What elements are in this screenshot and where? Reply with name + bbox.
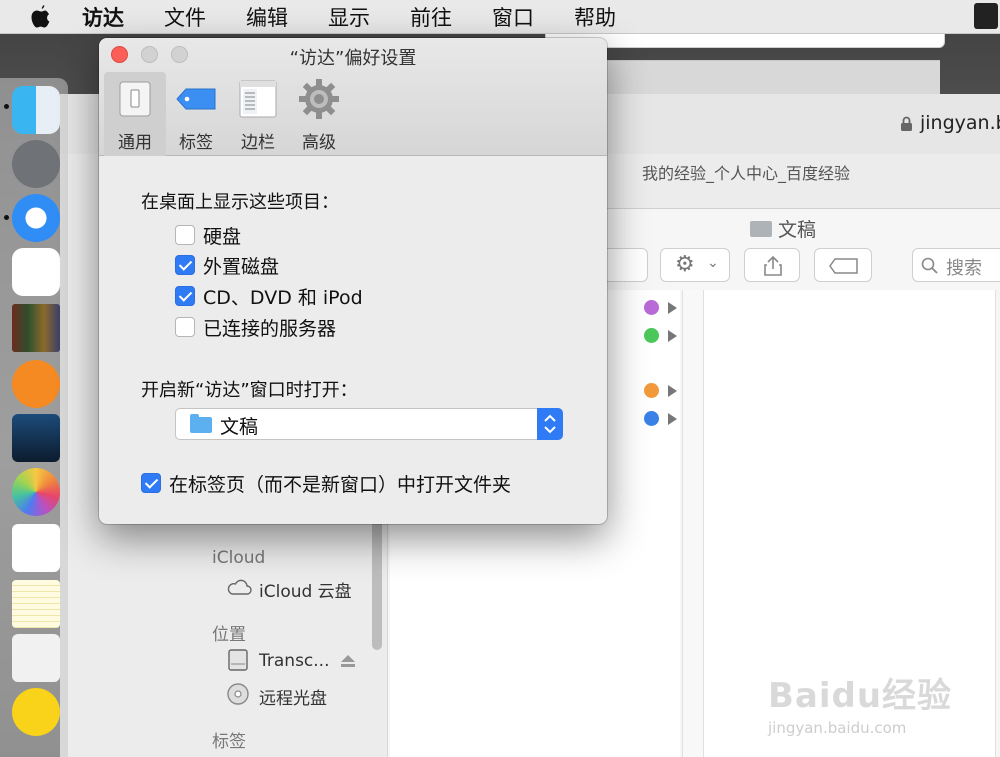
tag-dot-green[interactable] bbox=[644, 328, 659, 343]
tab-general[interactable]: 通用 bbox=[104, 72, 166, 156]
menu-finder[interactable]: 访达 bbox=[82, 2, 124, 32]
watermark-sub: jingyan.baidu.com bbox=[768, 719, 907, 737]
action-button[interactable]: ⚙ ⌄ bbox=[660, 248, 730, 282]
launchpad-icon[interactable] bbox=[12, 140, 60, 188]
baidu-watermark: Baidu经验 jingyan.baidu.com bbox=[768, 668, 952, 737]
tag-button[interactable] bbox=[814, 248, 872, 282]
qq-music-icon[interactable] bbox=[12, 688, 60, 736]
disc-icon bbox=[227, 683, 249, 705]
tab-tags-label: 标签 bbox=[179, 133, 213, 153]
gear-icon bbox=[299, 79, 339, 119]
hard-disks-label: 硬盘 bbox=[203, 225, 242, 248]
checkbox-row-connected-servers[interactable]: 已连接的服务器 bbox=[175, 316, 337, 340]
running-indicator bbox=[4, 104, 9, 109]
photos-icon[interactable] bbox=[12, 468, 60, 516]
checkbox-row-hard-disks[interactable]: 硬盘 bbox=[175, 224, 242, 248]
finder-title: 文稿 bbox=[750, 215, 816, 242]
tab-advanced[interactable]: 高级 bbox=[288, 72, 350, 156]
external-disks-label: 外置磁盘 bbox=[203, 255, 280, 278]
folder-icon bbox=[750, 220, 772, 237]
sidebar-header-tags: 标签 bbox=[212, 732, 246, 752]
eject-icon[interactable] bbox=[340, 654, 356, 668]
new-window-label: 开启新“访达”窗口时打开： bbox=[141, 380, 358, 401]
browser-tab-title: 我的经验_个人中心_百度经验 bbox=[642, 164, 851, 183]
open-in-tabs-label: 在标签页（而不是新窗口）中打开文件夹 bbox=[169, 473, 512, 496]
books-library-icon[interactable] bbox=[12, 304, 60, 352]
status-menu-icon[interactable] bbox=[974, 3, 998, 29]
finder-app-icon[interactable] bbox=[12, 86, 60, 134]
menu-file[interactable]: 文件 bbox=[164, 2, 206, 32]
finder-column-divider[interactable] bbox=[682, 290, 704, 757]
connected-servers-label: 已连接的服务器 bbox=[203, 317, 337, 340]
removable-media-checkbox[interactable] bbox=[175, 286, 195, 306]
search-placeholder: 搜索 bbox=[946, 258, 982, 279]
lock-icon bbox=[901, 116, 912, 131]
tag-dot-purple[interactable] bbox=[644, 300, 659, 315]
tab-advanced-label: 高级 bbox=[302, 133, 336, 153]
running-indicator bbox=[4, 215, 9, 220]
finder-preferences-window: “访达”偏好设置 通用 标签 边栏 高级 在桌面上显示这些项目： 硬盘 外置磁盘… bbox=[99, 38, 607, 524]
menu-help[interactable]: 帮助 bbox=[574, 2, 616, 32]
calendar-icon[interactable] bbox=[12, 524, 60, 572]
kindle-icon[interactable] bbox=[12, 414, 60, 462]
checkbox-row-open-in-tabs[interactable]: 在标签页（而不是新窗口）中打开文件夹 bbox=[141, 472, 512, 496]
tag-icon bbox=[176, 88, 216, 110]
ibooks-icon[interactable] bbox=[12, 360, 60, 408]
external-disks-checkbox[interactable] bbox=[175, 255, 195, 275]
baidu-netdisk-icon[interactable] bbox=[12, 248, 60, 296]
disclosure-arrow-icon[interactable] bbox=[668, 302, 677, 314]
watermark-main: Baidu经验 bbox=[768, 676, 953, 716]
new-window-popup-value: 文稿 bbox=[220, 416, 259, 438]
cloud-icon bbox=[227, 579, 252, 595]
sidebar-item-icloud-drive[interactable]: iCloud 云盘 bbox=[259, 577, 352, 602]
hard-disks-checkbox[interactable] bbox=[175, 225, 195, 245]
menu-window[interactable]: 窗口 bbox=[492, 2, 534, 32]
connected-servers-checkbox[interactable] bbox=[175, 317, 195, 337]
dock bbox=[0, 78, 68, 757]
tag-icon bbox=[829, 258, 858, 274]
popup-stepper[interactable] bbox=[537, 408, 563, 440]
sidebar-icon bbox=[239, 80, 277, 118]
share-icon bbox=[764, 255, 782, 276]
share-button[interactable] bbox=[744, 248, 800, 282]
sidebar-header-locations: 位置 bbox=[212, 625, 246, 645]
up-down-chevron-icon bbox=[544, 414, 556, 434]
search-icon bbox=[921, 257, 938, 274]
url-text: jingyan.b bbox=[920, 112, 1000, 134]
menu-bar: 访达 文件 编辑 显示 前往 窗口 帮助 bbox=[0, 0, 1000, 34]
sidebar-header-icloud: iCloud bbox=[212, 548, 266, 568]
sidebar-item-remote-disc[interactable]: 远程光盘 bbox=[259, 684, 327, 709]
apple-icon[interactable] bbox=[30, 4, 52, 30]
switch-icon bbox=[119, 81, 151, 117]
tab-sidebar-label: 边栏 bbox=[241, 133, 275, 153]
menu-edit[interactable]: 编辑 bbox=[246, 2, 288, 32]
desktop-items-label: 在桌面上显示这些项目： bbox=[141, 192, 339, 213]
chevron-down-icon: ⌄ bbox=[707, 255, 719, 271]
menu-go[interactable]: 前往 bbox=[410, 2, 452, 32]
checkbox-row-removable-media[interactable]: CD、DVD 和 iPod bbox=[175, 285, 363, 309]
notes-icon[interactable] bbox=[12, 580, 60, 628]
drive-icon bbox=[228, 649, 248, 671]
tab-tags[interactable]: 标签 bbox=[165, 72, 227, 156]
tag-dot-blue[interactable] bbox=[644, 411, 659, 426]
menu-view[interactable]: 显示 bbox=[328, 2, 370, 32]
sidebar-item-transcend[interactable]: Transc... bbox=[259, 651, 329, 671]
disclosure-arrow-icon[interactable] bbox=[668, 330, 677, 342]
folder-icon bbox=[190, 414, 212, 433]
tab-sidebar[interactable]: 边栏 bbox=[227, 72, 289, 156]
open-in-tabs-checkbox[interactable] bbox=[141, 473, 161, 493]
disclosure-arrow-icon[interactable] bbox=[668, 385, 677, 397]
tab-general-label: 通用 bbox=[118, 133, 152, 153]
gear-icon: ⚙ bbox=[675, 252, 695, 277]
removable-media-label: CD、DVD 和 iPod bbox=[203, 286, 363, 309]
prefs-title: “访达”偏好设置 bbox=[289, 48, 417, 69]
checkbox-row-external-disks[interactable]: 外置磁盘 bbox=[175, 254, 280, 278]
tag-dot-orange[interactable] bbox=[644, 383, 659, 398]
disclosure-arrow-icon[interactable] bbox=[668, 413, 677, 425]
safari-icon[interactable] bbox=[12, 194, 60, 242]
new-window-popup[interactable]: 文稿 bbox=[175, 408, 563, 440]
screenshot-icon[interactable] bbox=[12, 634, 60, 682]
finder-title-text: 文稿 bbox=[778, 219, 817, 241]
